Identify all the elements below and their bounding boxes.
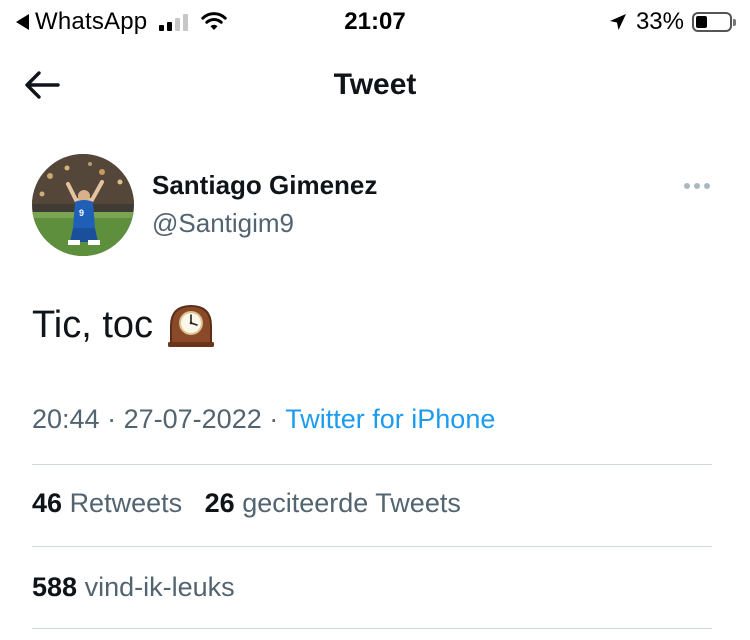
quotes-label: geciteerde Tweets bbox=[242, 488, 461, 518]
meta-separator: · bbox=[107, 404, 117, 434]
top-bar: Tweet bbox=[0, 60, 750, 110]
retweets-label: Retweets bbox=[69, 488, 183, 518]
location-arrow-icon bbox=[609, 14, 626, 30]
quotes-count: 26 bbox=[204, 488, 235, 518]
page-title: Tweet bbox=[333, 68, 417, 101]
author-name[interactable]: Santiago Gimenez bbox=[152, 170, 377, 201]
tweet-date: 27-07-2022 bbox=[123, 404, 262, 434]
retweets-count: 46 bbox=[32, 488, 63, 518]
retweets-stat[interactable]: 46 Retweets bbox=[32, 488, 182, 518]
likes-label: vind-ik-leuks bbox=[84, 572, 235, 602]
divider bbox=[32, 628, 712, 629]
tweet-meta: 20:44 · 27-07-2022 · Twitter for iPhone bbox=[32, 404, 495, 435]
svg-text:9: 9 bbox=[79, 208, 84, 218]
author-handle[interactable]: @Santigim9 bbox=[152, 208, 294, 239]
divider bbox=[32, 464, 712, 465]
status-bar: WhatsApp 21:07 33% bbox=[0, 0, 750, 44]
battery-icon bbox=[692, 12, 736, 32]
meta-separator: · bbox=[269, 404, 279, 434]
likes-stat[interactable]: 588 vind-ik-leuks bbox=[32, 572, 235, 603]
mantelpiece-clock-icon bbox=[168, 304, 215, 347]
likes-count: 588 bbox=[32, 572, 78, 602]
tweet-time: 20:44 bbox=[32, 404, 100, 434]
retweet-stats: 46 Retweets 26 geciteerde Tweets bbox=[32, 488, 461, 519]
divider bbox=[32, 546, 712, 547]
tweet-text: Tic, toc bbox=[32, 302, 215, 348]
battery-percent: 33% bbox=[635, 8, 684, 35]
tweet-body: Tic, toc bbox=[32, 303, 154, 346]
more-options-icon[interactable] bbox=[684, 178, 718, 194]
tweet-source-link[interactable]: Twitter for iPhone bbox=[285, 404, 495, 434]
avatar[interactable]: 9 bbox=[32, 154, 134, 256]
quotes-stat[interactable]: 26 geciteerde Tweets bbox=[205, 488, 461, 518]
status-right: 33% bbox=[608, 8, 736, 36]
